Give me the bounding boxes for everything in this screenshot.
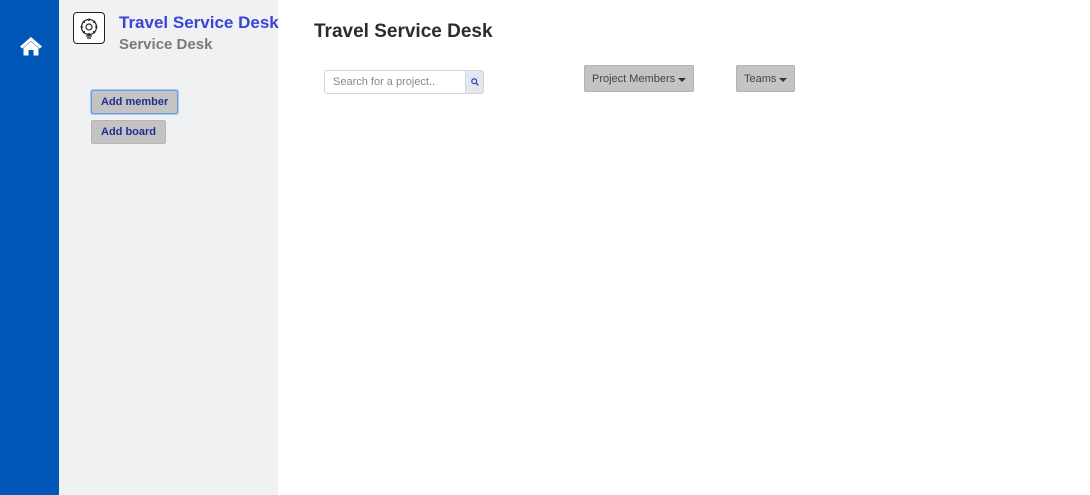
project-search xyxy=(324,70,484,94)
project-name[interactable]: Travel Service Desk xyxy=(119,13,279,33)
search-input[interactable] xyxy=(324,70,465,94)
teams-label: Teams xyxy=(744,72,777,85)
page-title: Travel Service Desk xyxy=(314,21,493,42)
project-members-label: Project Members xyxy=(592,72,676,85)
home-icon[interactable] xyxy=(19,36,43,56)
teams-dropdown[interactable]: Teams xyxy=(736,65,796,92)
add-member-button[interactable]: Add member xyxy=(91,90,179,114)
project-members-dropdown[interactable]: Project Members xyxy=(584,65,695,92)
chevron-down-icon xyxy=(779,77,788,82)
chevron-down-icon xyxy=(678,77,687,82)
nav-rail xyxy=(0,0,59,495)
gear-brain-icon xyxy=(73,12,105,44)
search-icon xyxy=(470,78,479,86)
search-button[interactable] xyxy=(465,70,484,94)
project-type: Service Desk xyxy=(119,36,213,53)
add-board-button[interactable]: Add board xyxy=(91,120,166,144)
project-sidebar: Travel Service Desk Service Desk Add mem… xyxy=(59,0,279,495)
